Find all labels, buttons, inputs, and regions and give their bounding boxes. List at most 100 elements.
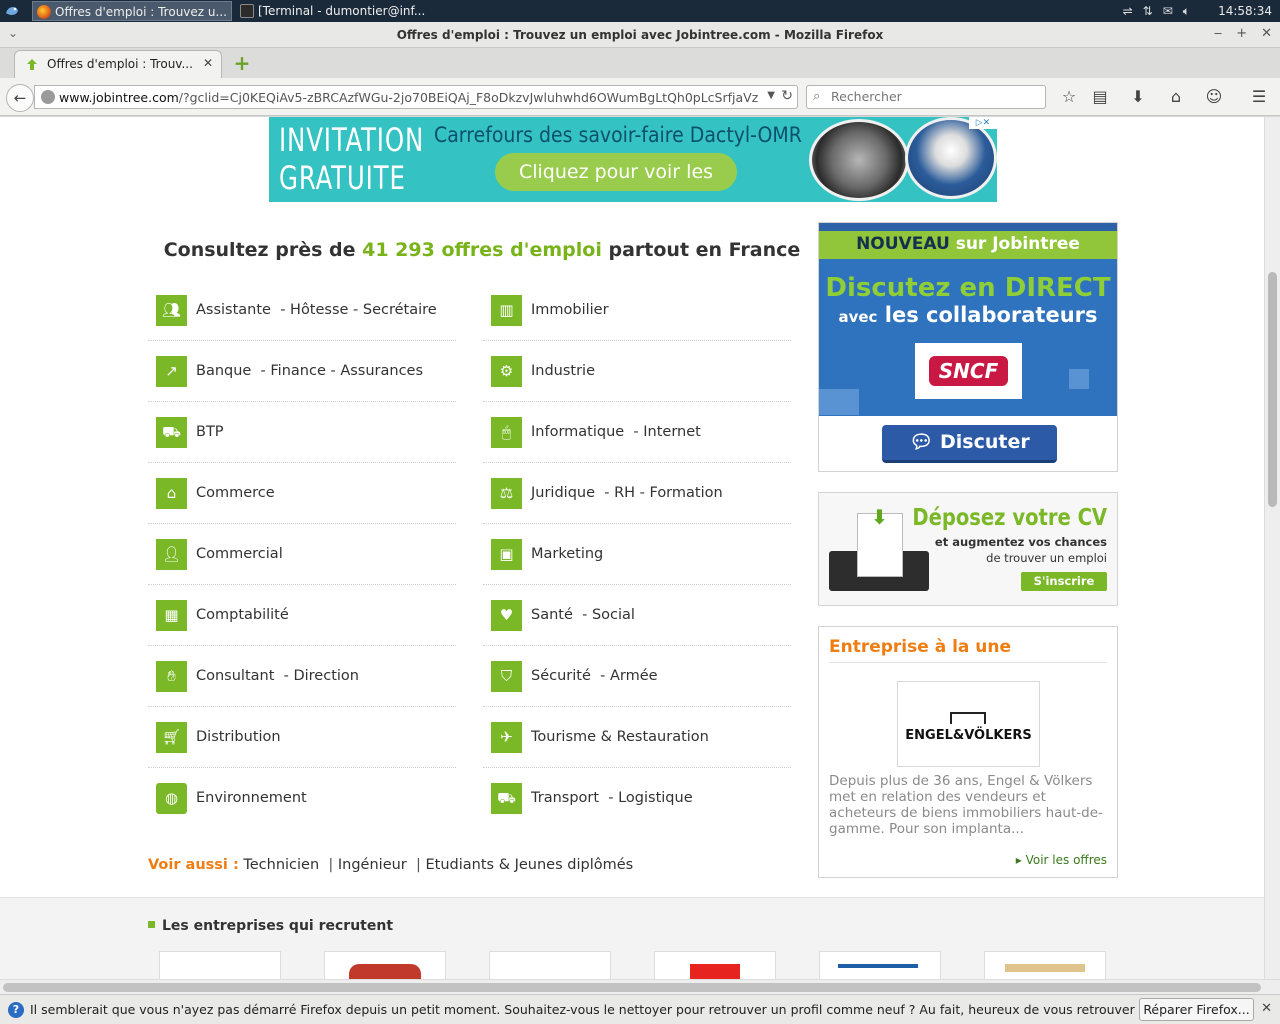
plane-icon: ✈︎ bbox=[491, 722, 522, 753]
recruiter-logo[interactable] bbox=[819, 951, 941, 979]
search-bar[interactable]: ⌕ bbox=[806, 85, 1046, 109]
mail-icon[interactable]: ✉ bbox=[1163, 4, 1173, 18]
ad-banner[interactable]: INVITATION GRATUITE Carrefours des savoir… bbox=[269, 117, 997, 202]
downloads-icon[interactable]: ⬇ bbox=[1128, 87, 1148, 107]
cv-upload-ad[interactable]: ⬇ Déposez votre CV et augmentez vos chan… bbox=[818, 492, 1118, 606]
clock[interactable]: 14:58:34 bbox=[1218, 0, 1272, 22]
link-ingenieur[interactable]: Ingénieur bbox=[338, 857, 407, 873]
category-transport[interactable]: ⛟ Transport - Logistique bbox=[483, 768, 791, 829]
vertical-scrollbar[interactable] bbox=[1264, 117, 1280, 979]
category-btp[interactable]: ⛟ BTP bbox=[148, 402, 456, 463]
horizontal-scrollbar[interactable] bbox=[0, 979, 1280, 994]
reading-list-icon[interactable]: ▤ bbox=[1090, 87, 1110, 107]
category-distribution[interactable]: 🛒︎ Distribution bbox=[148, 707, 456, 768]
category-commercial[interactable]: 👤︎ Commercial bbox=[148, 524, 456, 585]
search-input[interactable] bbox=[831, 89, 1031, 104]
scrollbar-thumb[interactable] bbox=[3, 983, 1261, 992]
sports-car-image bbox=[905, 117, 997, 199]
banner-cta-button[interactable]: Cliquez pour voir les dates bbox=[495, 153, 737, 202]
new-tab-button[interactable]: + bbox=[232, 53, 252, 74]
close-window-icon[interactable]: ✕ bbox=[1261, 26, 1272, 41]
handshake-icon: ✋︎ bbox=[156, 661, 187, 692]
gavel-icon: ⚖︎ bbox=[491, 478, 522, 509]
taskbar-item-label: [Terminal - dumontier@inf... bbox=[258, 4, 426, 18]
maximize-icon[interactable]: + bbox=[1236, 26, 1247, 41]
bookmark-star-icon[interactable]: ☆ bbox=[1059, 87, 1079, 107]
chat-ad-line2: avec les collaborateurs bbox=[838, 303, 1098, 327]
taskbar-item-label: Offres d'emploi : Trouvez u... bbox=[55, 5, 227, 19]
category-industrie[interactable]: ⚙︎ Industrie bbox=[483, 341, 791, 402]
category-assistante[interactable]: 👥︎ Assistante - Hôtesse - Secrétaire bbox=[148, 280, 456, 341]
category-securite[interactable]: ⛉ Sécurité - Armée bbox=[483, 646, 791, 707]
ad-close-icon[interactable]: ▷✕ bbox=[969, 117, 997, 129]
featured-description: Depuis plus de 36 ans, Engel & Völkers m… bbox=[829, 773, 1103, 837]
chat-ad-body: Discutez en DIRECT avec les collaborateu… bbox=[819, 259, 1117, 416]
url-history-dropdown-icon[interactable]: ▼ bbox=[767, 90, 775, 101]
url-text[interactable]: www.jobintree.com/?gclid=Cj0KEQiAv5-zBRC… bbox=[59, 90, 759, 105]
category-juridique[interactable]: ⚖︎ Juridique - RH - Formation bbox=[483, 463, 791, 524]
chat-icon[interactable]: ☺ bbox=[1204, 87, 1224, 107]
down-arrow-icon: ⬇ bbox=[871, 505, 888, 529]
discuss-button[interactable]: 💬︎ Discuter bbox=[882, 425, 1057, 463]
race-car-image bbox=[809, 119, 909, 201]
search-icon: ⌕ bbox=[813, 89, 821, 104]
transfer-icon[interactable]: ⇅ bbox=[1143, 4, 1153, 18]
url-bar[interactable]: www.jobintree.com/?gclid=Cj0KEQiAv5-zBRC… bbox=[34, 85, 798, 109]
see-offers-link[interactable]: ▸ Voir les offres bbox=[1016, 853, 1107, 867]
link-etudiants[interactable]: Etudiants & Jeunes diplômés bbox=[426, 857, 634, 873]
firefox-icon bbox=[37, 5, 51, 19]
sncf-logo: SNCF bbox=[915, 343, 1022, 399]
volume-icon[interactable]: 🔈︎ bbox=[1183, 4, 1190, 19]
signup-button[interactable]: S'inscrire bbox=[1021, 572, 1107, 591]
window-title: Offres d'emploi : Trouvez un emploi avec… bbox=[396, 28, 884, 42]
site-info-icon[interactable] bbox=[41, 90, 55, 104]
close-tab-icon[interactable]: ✕ bbox=[203, 56, 213, 70]
engel-volkers-logo[interactable]: ENGEL&VÖLKERS bbox=[897, 681, 1040, 767]
truck-icon: ⛟ bbox=[156, 417, 187, 448]
back-arrow-icon: ← bbox=[13, 89, 27, 107]
tab-label: Offres d'emploi : Trouv... bbox=[47, 57, 193, 71]
cv-ad-line2: de trouver un emploi bbox=[986, 551, 1107, 565]
category-comptabilite[interactable]: ▦ Comptabilité bbox=[148, 585, 456, 646]
calculator-icon: ▦ bbox=[156, 600, 187, 631]
recruiters-section: Les entreprises qui recrutent bbox=[0, 897, 1264, 979]
chat-ad[interactable]: NOUVEAU sur Jobintree Discutez en DIRECT… bbox=[818, 222, 1118, 472]
repair-firefox-button[interactable]: Réparer Firefox... bbox=[1139, 998, 1254, 1021]
heart-icon: ♥︎ bbox=[491, 600, 522, 631]
category-consultant[interactable]: ✋︎ Consultant - Direction bbox=[148, 646, 456, 707]
recruiter-logo[interactable] bbox=[159, 951, 281, 979]
see-also-label: Voir aussi : bbox=[148, 857, 239, 873]
xfce-menu-icon[interactable] bbox=[4, 3, 20, 19]
reload-icon[interactable]: ↻ bbox=[781, 88, 793, 104]
person-icon: 👤︎ bbox=[156, 539, 187, 570]
category-tourisme[interactable]: ✈︎ Tourisme & Restauration bbox=[483, 707, 791, 768]
recruiter-logo[interactable] bbox=[489, 951, 611, 979]
category-environnement[interactable]: ◍ Environnement bbox=[148, 768, 456, 829]
banner-headline: Carrefours des savoir-faire Dactyl-OMR bbox=[434, 123, 802, 147]
window-titlebar: ⌄ Offres d'emploi : Trouvez un emploi av… bbox=[0, 22, 1280, 48]
recruiter-logo[interactable] bbox=[324, 951, 446, 979]
home-icon[interactable]: ⌂ bbox=[1166, 87, 1186, 107]
back-button[interactable]: ← bbox=[6, 84, 34, 112]
recruiter-logo[interactable] bbox=[654, 951, 776, 979]
category-banque[interactable]: ↗ Banque - Finance - Assurances bbox=[148, 341, 456, 402]
hamburger-menu-icon[interactable]: ☰ bbox=[1249, 87, 1269, 107]
navigation-toolbar: ← www.jobintree.com/?gclid=Cj0KEQiAv5-zB… bbox=[0, 78, 1280, 116]
category-sante[interactable]: ♥︎ Santé - Social bbox=[483, 585, 791, 646]
tab-jobintree[interactable]: Offres d'emploi : Trouv... ✕ bbox=[14, 50, 222, 78]
link-technicien[interactable]: Technicien bbox=[243, 857, 319, 873]
os-taskbar: Offres d'emploi : Trouvez u... [Terminal… bbox=[0, 0, 1280, 22]
category-immobilier[interactable]: ▥ Immobilier bbox=[483, 280, 791, 341]
people-icon: 👥︎ bbox=[156, 295, 187, 326]
banner-invitation: INVITATION GRATUITE bbox=[279, 121, 425, 197]
scrollbar-thumb[interactable] bbox=[1268, 272, 1277, 507]
minimize-icon[interactable]: ‒ bbox=[1214, 26, 1222, 41]
close-notification-icon[interactable]: ✕ bbox=[1261, 1001, 1272, 1016]
category-marketing[interactable]: ▣ Marketing bbox=[483, 524, 791, 585]
category-commerce[interactable]: ⌂ Commerce bbox=[148, 463, 456, 524]
taskbar-item-terminal[interactable]: [Terminal - dumontier@inf... bbox=[236, 1, 436, 21]
taskbar-item-firefox[interactable]: Offres d'emploi : Trouvez u... bbox=[32, 1, 232, 21]
recruiter-logo[interactable] bbox=[984, 951, 1106, 979]
network-icon[interactable]: ⇌ bbox=[1123, 4, 1133, 18]
category-informatique[interactable]: 🖱︎ Informatique - Internet bbox=[483, 402, 791, 463]
